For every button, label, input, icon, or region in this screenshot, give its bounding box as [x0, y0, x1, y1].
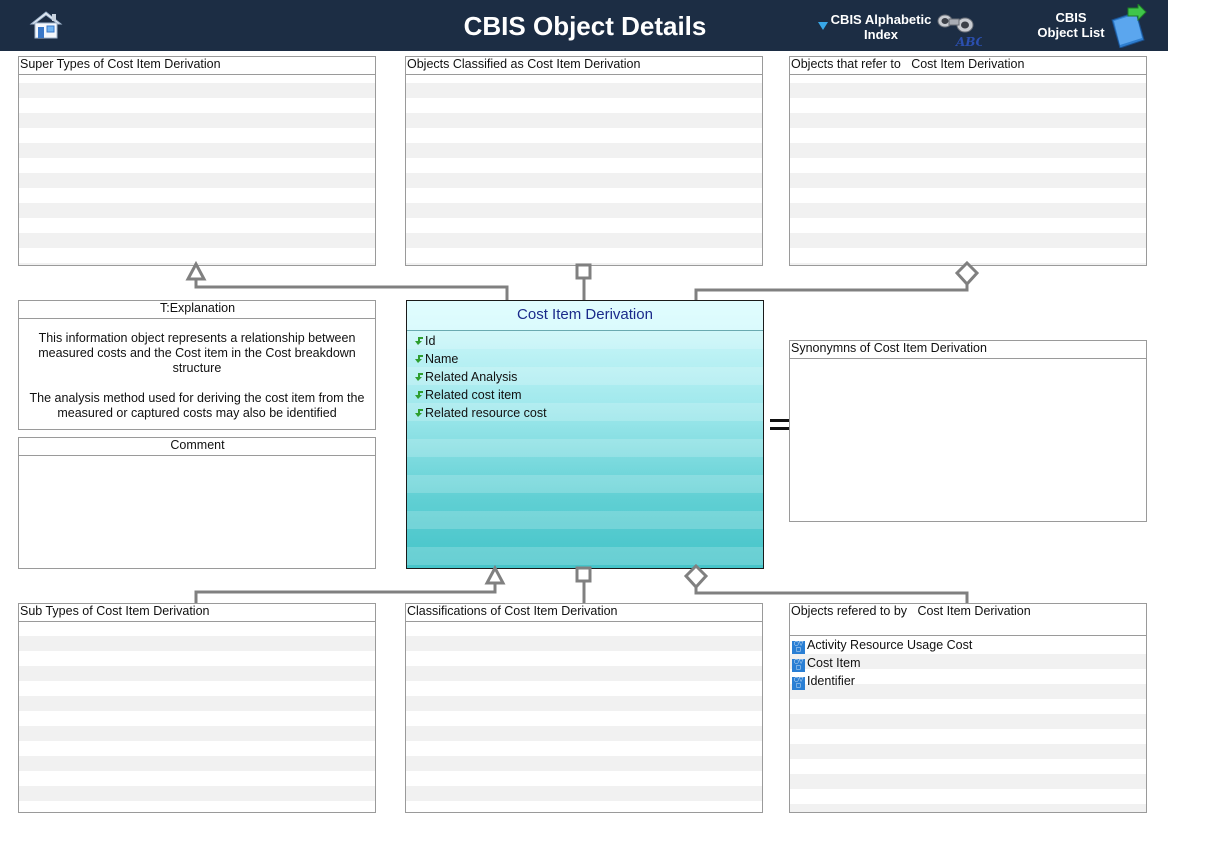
refered-by-title: Objects refered to by Cost Item Derivati…: [790, 604, 1146, 636]
refer-to-connector: [694, 284, 969, 300]
refer-to-list: [790, 83, 1146, 265]
attribute-label: Id: [425, 334, 436, 348]
list-item-label: Cost Item: [807, 656, 861, 670]
object-class-box: Cost Item Derivation Id Name Related Analy…: [406, 300, 764, 569]
attribute-row[interactable]: Related resource cost: [414, 404, 547, 422]
super-types-title: Super Types of Cost Item Derivation: [19, 57, 375, 75]
list-item[interactable]: ○▽ ▢ Cost Item: [792, 654, 972, 672]
sub-types-list: [19, 636, 375, 812]
attribute-row[interactable]: Related Analysis: [414, 368, 547, 386]
attribute-row[interactable]: Related cost item: [414, 386, 547, 404]
classifications-panel: Classifications of Cost Item Derivation: [405, 603, 763, 813]
list-item-label: Activity Resource Usage Cost: [807, 638, 973, 652]
page-title: CBIS Object Details: [463, 11, 707, 41]
object-type-icon: ○▽ ▢: [792, 640, 805, 654]
binoculars-abc-icon: ABC: [937, 14, 982, 48]
aggregation-square-top: [575, 263, 592, 280]
comment-title: Comment: [19, 438, 375, 456]
super-types-list: [19, 83, 375, 265]
refer-to-title: Objects that refer to Cost Item Derivati…: [790, 57, 1146, 75]
object-list-link[interactable]: CBIS Object List: [1030, 4, 1150, 48]
classifications-title: Classifications of Cost Item Derivation: [406, 604, 762, 622]
sub-types-panel: Sub Types of Cost Item Derivation: [18, 603, 376, 813]
super-types-panel: Super Types of Cost Item Derivation: [18, 56, 376, 266]
green-arrow-icon: [415, 409, 423, 417]
object-list-label: CBIS Object List: [1037, 10, 1105, 40]
list-item[interactable]: ○▽ ▢ Activity Resource Usage Cost: [792, 636, 972, 654]
aggregation-diamond-bottom: [683, 563, 709, 590]
refer-to-panel: Objects that refer to Cost Item Derivati…: [789, 56, 1147, 266]
home-button[interactable]: [28, 8, 64, 42]
generalization-triangle-bottom: [484, 564, 506, 585]
attribute-label: Related cost item: [425, 388, 522, 402]
green-arrow-icon: [415, 337, 423, 345]
header-bar: CBIS Object Details CBIS Alphabetic Inde…: [0, 0, 1168, 51]
comment-panel: Comment: [18, 437, 376, 569]
explanation-panel: T:Explanation This information object re…: [18, 300, 376, 430]
subtype-connector: [194, 584, 497, 603]
object-type-icon: ○▽ ▢: [792, 676, 805, 690]
attribute-label: Related resource cost: [425, 406, 547, 420]
home-icon: [29, 11, 63, 39]
classified-as-list: [406, 83, 762, 265]
attribute-row[interactable]: Id: [414, 332, 547, 350]
green-arrow-icon: [415, 373, 423, 381]
green-arrow-icon: [415, 391, 423, 399]
object-class-title: Cost Item Derivation: [407, 301, 763, 331]
aggregation-square-bottom: [575, 566, 592, 583]
explanation-text: This information object represents a rel…: [29, 331, 365, 420]
supertype-connector: [194, 279, 509, 300]
refered-by-panel: Objects refered to by Cost Item Derivati…: [789, 603, 1147, 813]
list-item[interactable]: ○▽ ▢ Identifier: [792, 672, 972, 690]
attribute-label: Name: [425, 352, 459, 366]
classifications-list: [406, 636, 762, 812]
generalization-triangle-top: [185, 260, 207, 281]
refered-by-connector: [694, 586, 969, 603]
refered-by-list: ○▽ ▢ Activity Resource Usage Cost ○▽ ▢ Cost I…: [792, 636, 972, 690]
classified-as-panel: Objects Classified as Cost Item Derivati…: [405, 56, 763, 266]
aggregation-diamond-top: [954, 260, 980, 287]
synonyms-panel: Synonymns of Cost Item Derivation: [789, 340, 1147, 522]
alphabetic-index-link[interactable]: CBIS Alphabetic Index ABC: [818, 12, 988, 48]
attribute-row[interactable]: Name: [414, 350, 547, 368]
alphabetic-index-label: CBIS Alphabetic Index: [830, 12, 932, 42]
classified-as-title: Objects Classified as Cost Item Derivati…: [406, 57, 762, 75]
green-arrow-icon: [415, 355, 423, 363]
synonyms-title: Synonymns of Cost Item Derivation: [790, 341, 1146, 359]
explanation-title: T:Explanation: [19, 301, 375, 319]
book-arrow-icon: [1111, 4, 1147, 48]
list-item-label: Identifier: [807, 674, 855, 688]
attribute-label: Related Analysis: [425, 370, 518, 384]
attribute-list: Id Name Related Analysis Related cost item R…: [414, 332, 547, 422]
object-type-icon: ○▽ ▢: [792, 658, 805, 672]
sub-types-title: Sub Types of Cost Item Derivation: [19, 604, 375, 622]
svg-text:ABC: ABC: [955, 35, 982, 48]
